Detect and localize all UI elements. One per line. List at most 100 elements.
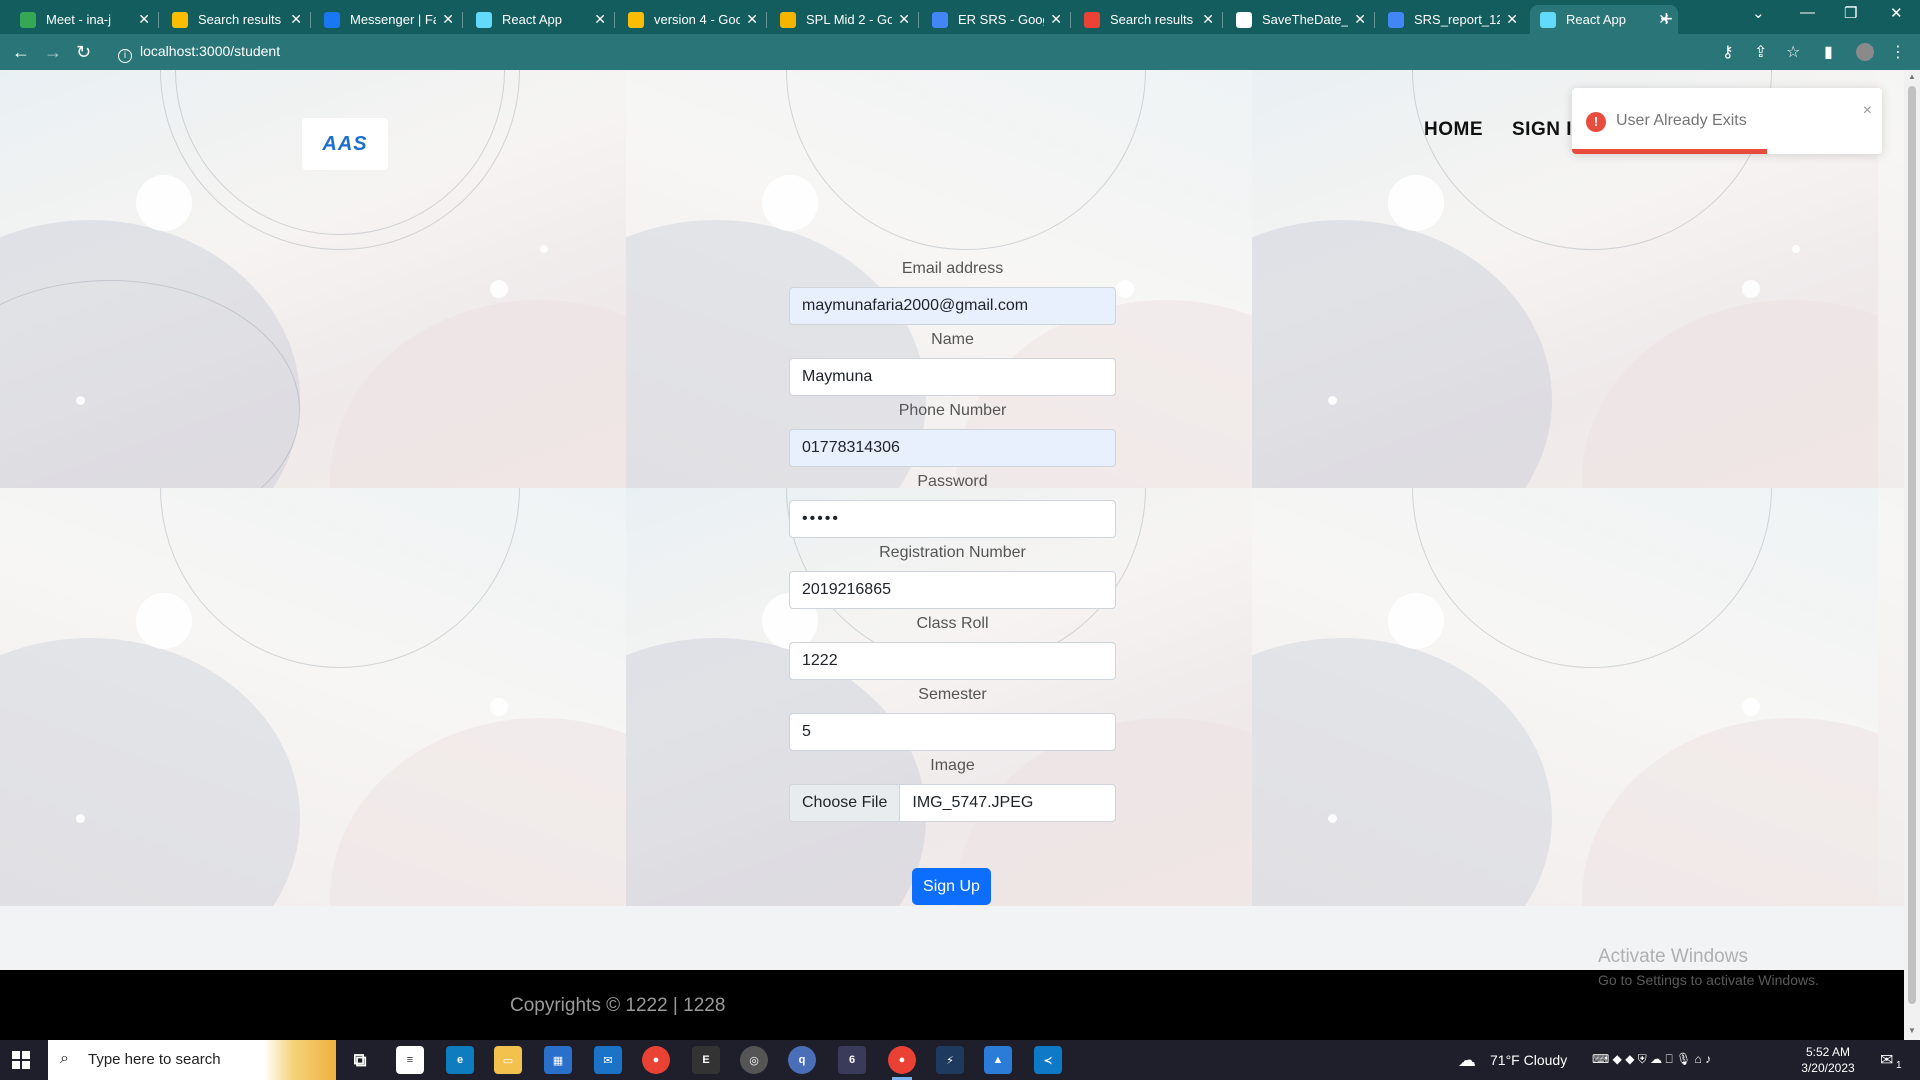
taskbar-search-box[interactable]: ⌕ Type here to search [48, 1040, 336, 1080]
tab-favicon-icon [324, 11, 340, 28]
qbittorrent-icon[interactable]: q [788, 1046, 816, 1074]
phone-field[interactable]: 01778314306 [789, 429, 1116, 467]
browser-tab[interactable]: Search results - ✕ [162, 5, 311, 34]
semester-field[interactable]: 5 [789, 713, 1116, 751]
minimize-button[interactable]: — [1800, 4, 1815, 21]
system-clock[interactable]: 5:52 AM 3/20/2023 [1796, 1044, 1860, 1076]
mail-icon[interactable]: ✉ [594, 1046, 622, 1074]
tab-close-icon[interactable]: ✕ [1354, 11, 1366, 28]
password-label: Password [917, 473, 988, 490]
tab-title: React App [502, 12, 562, 27]
browser-tab[interactable]: Messenger | Fac ✕ [314, 5, 463, 34]
tab-favicon-icon [20, 11, 36, 28]
cloud-icon[interactable]: ☁ [1458, 1050, 1476, 1071]
clock-date: 3/20/2023 [1801, 1061, 1855, 1075]
tab-close-icon[interactable]: ✕ [442, 11, 454, 28]
restore-button[interactable]: ❐ [1844, 4, 1857, 22]
tab-favicon-icon [932, 11, 948, 28]
tab-close-icon[interactable]: ✕ [594, 11, 606, 28]
windows-start-icon[interactable] [12, 1051, 30, 1069]
tab-favicon-icon [628, 11, 644, 28]
signup-button[interactable]: Sign Up [912, 868, 991, 905]
browser-tab[interactable]: React App ✕ [1530, 5, 1678, 34]
obs-icon[interactable]: ◎ [740, 1046, 768, 1074]
notification-count: 1 [1896, 1060, 1902, 1071]
name-field[interactable]: Maymuna [789, 358, 1116, 396]
roll-label: Class Roll [916, 615, 989, 632]
url-field[interactable]: i localhost:3000/student [118, 43, 280, 63]
tab-close-icon[interactable]: ✕ [1050, 11, 1062, 28]
tab-close-icon[interactable]: ✕ [1506, 11, 1518, 28]
edge-icon[interactable]: e [446, 1046, 474, 1074]
address-bar: ← → ↻ i localhost:3000/student ⚷ ⇪ ☆ ▮ ⋮ [0, 34, 1920, 70]
tab-favicon-icon [780, 11, 796, 28]
site-logo[interactable]: AAS [302, 118, 388, 170]
epic-games-icon[interactable]: E [692, 1046, 720, 1074]
tab-title: Messenger | Fac [350, 12, 436, 27]
chrome-active-icon[interactable]: ● [888, 1046, 916, 1080]
photos-icon[interactable]: ▲ [984, 1046, 1012, 1074]
browser-tab[interactable]: Meet - ina-j ✕ [10, 5, 159, 34]
app-icon[interactable]: 6 [838, 1046, 866, 1074]
browser-tab[interactable]: SaveTheDate_SI ✕ [1226, 5, 1375, 34]
error-toast[interactable]: ! User Already Exits × [1572, 88, 1882, 154]
registration-label: Registration Number [879, 544, 1026, 561]
browser-tab[interactable]: SRS_report_122 ✕ [1378, 5, 1526, 34]
toast-message: User Already Exits [1616, 112, 1747, 129]
tray-icons[interactable]: ⌨ ◆ ◆ ⛨ ☁ ⎕ 🎙 ⌂ ♪ [1592, 1052, 1711, 1067]
notification-icon[interactable]: ✉ [1880, 1050, 1893, 1070]
image-file-input[interactable]: Choose File IMG_5747.JPEG [789, 784, 1116, 822]
activate-windows-title: Activate Windows [1598, 946, 1748, 967]
toast-progress-bar [1572, 149, 1768, 154]
key-icon[interactable]: ⚷ [1722, 42, 1734, 62]
email-field[interactable]: maymunafaria2000@gmail.com [789, 287, 1116, 325]
tab-close-icon[interactable]: ✕ [138, 11, 150, 28]
nav-signin-link[interactable]: SIGN I [1512, 119, 1572, 141]
forward-button[interactable]: → [44, 42, 62, 63]
password-field[interactable]: ••••• [789, 500, 1116, 538]
browser-tab[interactable]: version 4 - Goo ✕ [618, 5, 767, 34]
back-button[interactable]: ← [12, 42, 30, 63]
profile-avatar[interactable] [1856, 43, 1874, 61]
tab-title: SaveTheDate_SI [1262, 12, 1349, 27]
vscode-icon[interactable]: ≺ [1034, 1046, 1062, 1074]
roll-field[interactable]: 1222 [789, 642, 1116, 680]
tab-close-icon[interactable]: ✕ [290, 11, 302, 28]
tab-close-icon[interactable]: ✕ [898, 11, 910, 28]
store-icon[interactable]: ▦ [544, 1046, 572, 1074]
choose-file-button[interactable]: Choose File [790, 785, 901, 821]
scroll-up-icon[interactable]: ▲ [1908, 72, 1916, 81]
dev-tool-icon[interactable]: ⚡ [936, 1046, 964, 1074]
bookmark-star-icon[interactable]: ☆ [1786, 42, 1800, 62]
tab-close-icon[interactable]: ✕ [1202, 11, 1214, 28]
menu-kebab-icon[interactable]: ⋮ [1890, 42, 1906, 62]
browser-tab[interactable]: ER SRS - Google ✕ [922, 5, 1071, 34]
reload-button[interactable]: ↻ [76, 42, 91, 63]
search-highlight-image [264, 1040, 336, 1080]
tab-search-icon[interactable]: ⌄ [1752, 4, 1765, 22]
browser-tab[interactable]: SPL Mid 2 - Goo ✕ [770, 5, 919, 34]
toast-close-icon[interactable]: × [1863, 102, 1872, 120]
browser-tab[interactable]: Search results - ✕ [1074, 5, 1223, 34]
close-window-button[interactable]: ✕ [1890, 4, 1903, 22]
notepad-icon[interactable]: ≡ [396, 1046, 424, 1074]
tab-close-icon[interactable]: ✕ [746, 11, 758, 28]
tab-title: Meet - ina-j [46, 12, 112, 27]
weather-text[interactable]: 71°F Cloudy [1490, 1052, 1567, 1068]
tab-favicon-icon [476, 11, 492, 28]
page-scrollbar[interactable]: ▲ ▼ [1904, 70, 1920, 1040]
scrollbar-thumb[interactable] [1908, 86, 1916, 1004]
registration-field[interactable]: 2019216865 [789, 571, 1116, 609]
file-explorer-icon[interactable]: ▭ [494, 1046, 522, 1074]
share-icon[interactable]: ⇪ [1754, 42, 1767, 62]
nav-home-link[interactable]: HOME [1424, 119, 1483, 141]
browser-tab[interactable]: React App ✕ [466, 5, 615, 34]
task-view-icon[interactable]: ⧉ [346, 1046, 374, 1074]
page-viewport: AAS HOME SIGN I Email address maymunafar… [0, 70, 1904, 1040]
site-info-icon[interactable]: i [118, 49, 132, 63]
scroll-down-icon[interactable]: ▼ [1908, 1026, 1916, 1035]
windows-taskbar: ⌕ Type here to search ⧉ ≡ e ▭ ▦ ✉ ● E ◎ … [0, 1040, 1920, 1080]
chrome-icon[interactable]: ● [642, 1046, 670, 1074]
new-tab-button[interactable]: + [1660, 6, 1673, 32]
side-panel-icon[interactable]: ▮ [1824, 42, 1833, 62]
